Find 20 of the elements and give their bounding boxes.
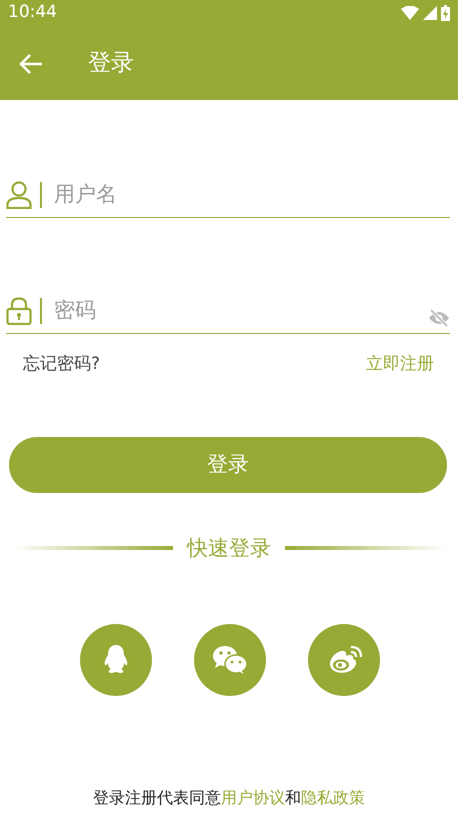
agreement-link[interactable]: 用户协议 [221,788,285,807]
signal-icon [423,6,437,20]
user-icon [6,180,32,208]
quick-login-title: 快速登录 [187,534,271,562]
agreement-text: 登录注册代表同意用户协议和隐私政策 [93,788,365,807]
back-button[interactable] [18,51,44,75]
status-time: 10:44 [8,1,57,24]
chat-bubbles-icon [212,645,248,675]
eye-off-icon[interactable] [428,308,450,326]
forgot-password-link[interactable]: 忘记密码? [23,352,100,378]
lock-icon [6,296,32,324]
login-button[interactable]: 登录 [9,436,447,492]
battery-icon [441,5,450,21]
wifi-icon [401,6,419,20]
register-link[interactable]: 立即注册 [366,352,434,378]
input-field[interactable]: 用户名 [54,178,450,210]
agreement-link[interactable]: 隐私政策 [301,788,365,807]
page-title: 登录 [88,48,134,78]
penguin-icon [102,644,130,676]
input-field[interactable]: 密码 [54,294,428,326]
